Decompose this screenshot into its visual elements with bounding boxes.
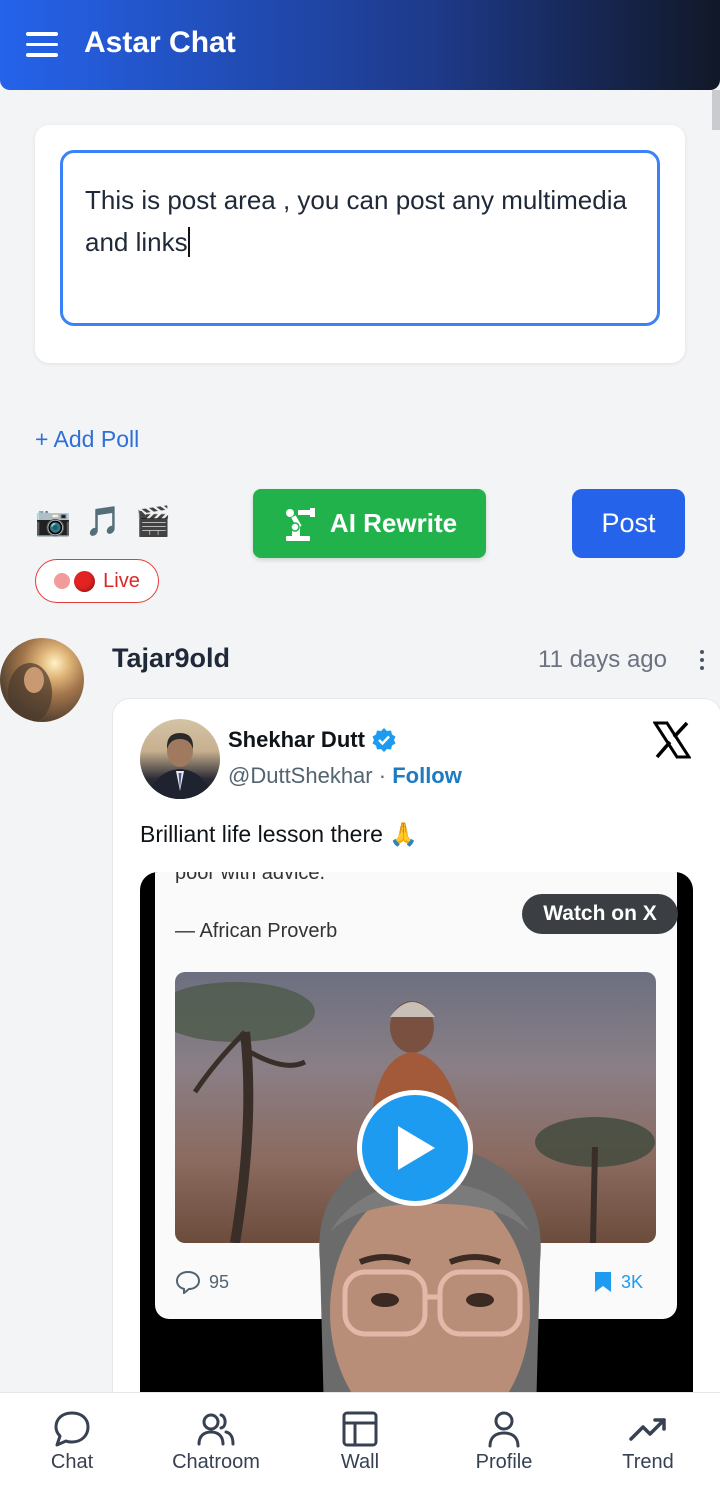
- users-icon: [197, 1413, 235, 1446]
- bookmark-stat[interactable]: 3K: [593, 1270, 643, 1294]
- nav-trend[interactable]: Trend: [576, 1393, 720, 1497]
- tweet-video[interactable]: poor with advice. — African Proverb 95 3…: [140, 872, 693, 1419]
- handle-separator: ·: [378, 763, 387, 788]
- ai-rewrite-button[interactable]: AI Rewrite: [253, 489, 486, 558]
- post-composer-card: This is post area , you can post any mul…: [35, 125, 685, 363]
- ai-rewrite-label: AI Rewrite: [329, 508, 458, 538]
- red-circle-icon: [74, 570, 96, 592]
- robot-arm-icon: [285, 507, 315, 541]
- bookmark-icon: [595, 1272, 611, 1292]
- live-button[interactable]: Live: [35, 559, 159, 603]
- hamburger-menu-icon[interactable]: [26, 32, 58, 58]
- tweet-author-avatar[interactable]: [140, 719, 220, 799]
- quote-attribution: — African Proverb: [175, 920, 338, 942]
- live-pulse-dot: [54, 573, 71, 589]
- post-button[interactable]: Post: [572, 489, 685, 558]
- wall-layout-icon: [342, 1411, 378, 1447]
- nav-profile-label: Profile: [475, 1451, 533, 1473]
- live-label: Live: [103, 569, 140, 592]
- tweet-author-name[interactable]: Shekhar Dutt: [228, 727, 397, 753]
- nav-chatroom-label: Chatroom: [172, 1451, 260, 1473]
- embedded-tweet[interactable]: Shekhar Dutt @DuttShekhar · Follow Brill…: [112, 698, 720, 1420]
- nav-chat-label: Chat: [50, 1451, 94, 1473]
- quote-text-partial: poor with advice.: [175, 872, 326, 884]
- post-timestamp: 11 days ago: [538, 646, 667, 673]
- post-text-area[interactable]: This is post area , you can post any mul…: [60, 150, 660, 326]
- play-video-button[interactable]: [357, 1090, 473, 1206]
- verified-badge-icon: [372, 728, 396, 752]
- handle-text: @DuttShekhar: [228, 763, 373, 788]
- music-icon[interactable]: 🎵: [85, 505, 121, 539]
- bookmark-count: 3K: [621, 1271, 644, 1292]
- watch-on-x-button[interactable]: Watch on X: [522, 894, 678, 934]
- nav-chat[interactable]: Chat: [0, 1393, 144, 1497]
- author-photo: [148, 733, 212, 799]
- author-name-text: Shekhar Dutt: [228, 727, 365, 752]
- post-text: This is post area , you can post any mul…: [85, 185, 627, 257]
- nav-chatroom[interactable]: Chatroom: [144, 1393, 288, 1497]
- tweet-text: Brilliant life lesson there 🙏: [140, 821, 418, 847]
- nav-wall[interactable]: Wall: [288, 1393, 432, 1497]
- post-username[interactable]: Tajar9old: [112, 643, 230, 674]
- play-icon: [398, 1126, 435, 1170]
- scrollbar-thumb[interactable]: [712, 90, 720, 130]
- comment-count: 95: [209, 1271, 230, 1292]
- comment-stat[interactable]: 95: [175, 1270, 229, 1294]
- profile-icon: [488, 1411, 520, 1448]
- app-header: Astar Chat: [0, 0, 720, 90]
- nav-trend-label: Trend: [622, 1451, 674, 1473]
- comment-icon: [175, 1270, 201, 1294]
- app-title: Astar Chat: [84, 26, 236, 59]
- add-poll-link[interactable]: + Add Poll: [35, 426, 139, 453]
- avatar-photo: [8, 663, 52, 722]
- trend-icon: [629, 1418, 666, 1441]
- follow-link[interactable]: Follow: [392, 763, 462, 788]
- media-attach-icons: 📷 🎵 🎬: [35, 505, 171, 539]
- bottom-navigation: Chat Chatroom Wall Profile Trend: [0, 1392, 720, 1497]
- chat-bubble-icon: [54, 1411, 90, 1447]
- more-options-icon[interactable]: [700, 650, 704, 674]
- nav-profile[interactable]: Profile: [432, 1393, 576, 1497]
- x-logo-icon[interactable]: [653, 721, 691, 759]
- camera-icon[interactable]: 📷: [35, 505, 71, 539]
- text-caret: [187, 227, 190, 257]
- nav-wall-label: Wall: [340, 1451, 380, 1473]
- user-avatar[interactable]: [0, 638, 84, 722]
- clapper-icon[interactable]: 🎬: [135, 505, 171, 539]
- tweet-author-handle: @DuttShekhar · Follow: [228, 763, 462, 789]
